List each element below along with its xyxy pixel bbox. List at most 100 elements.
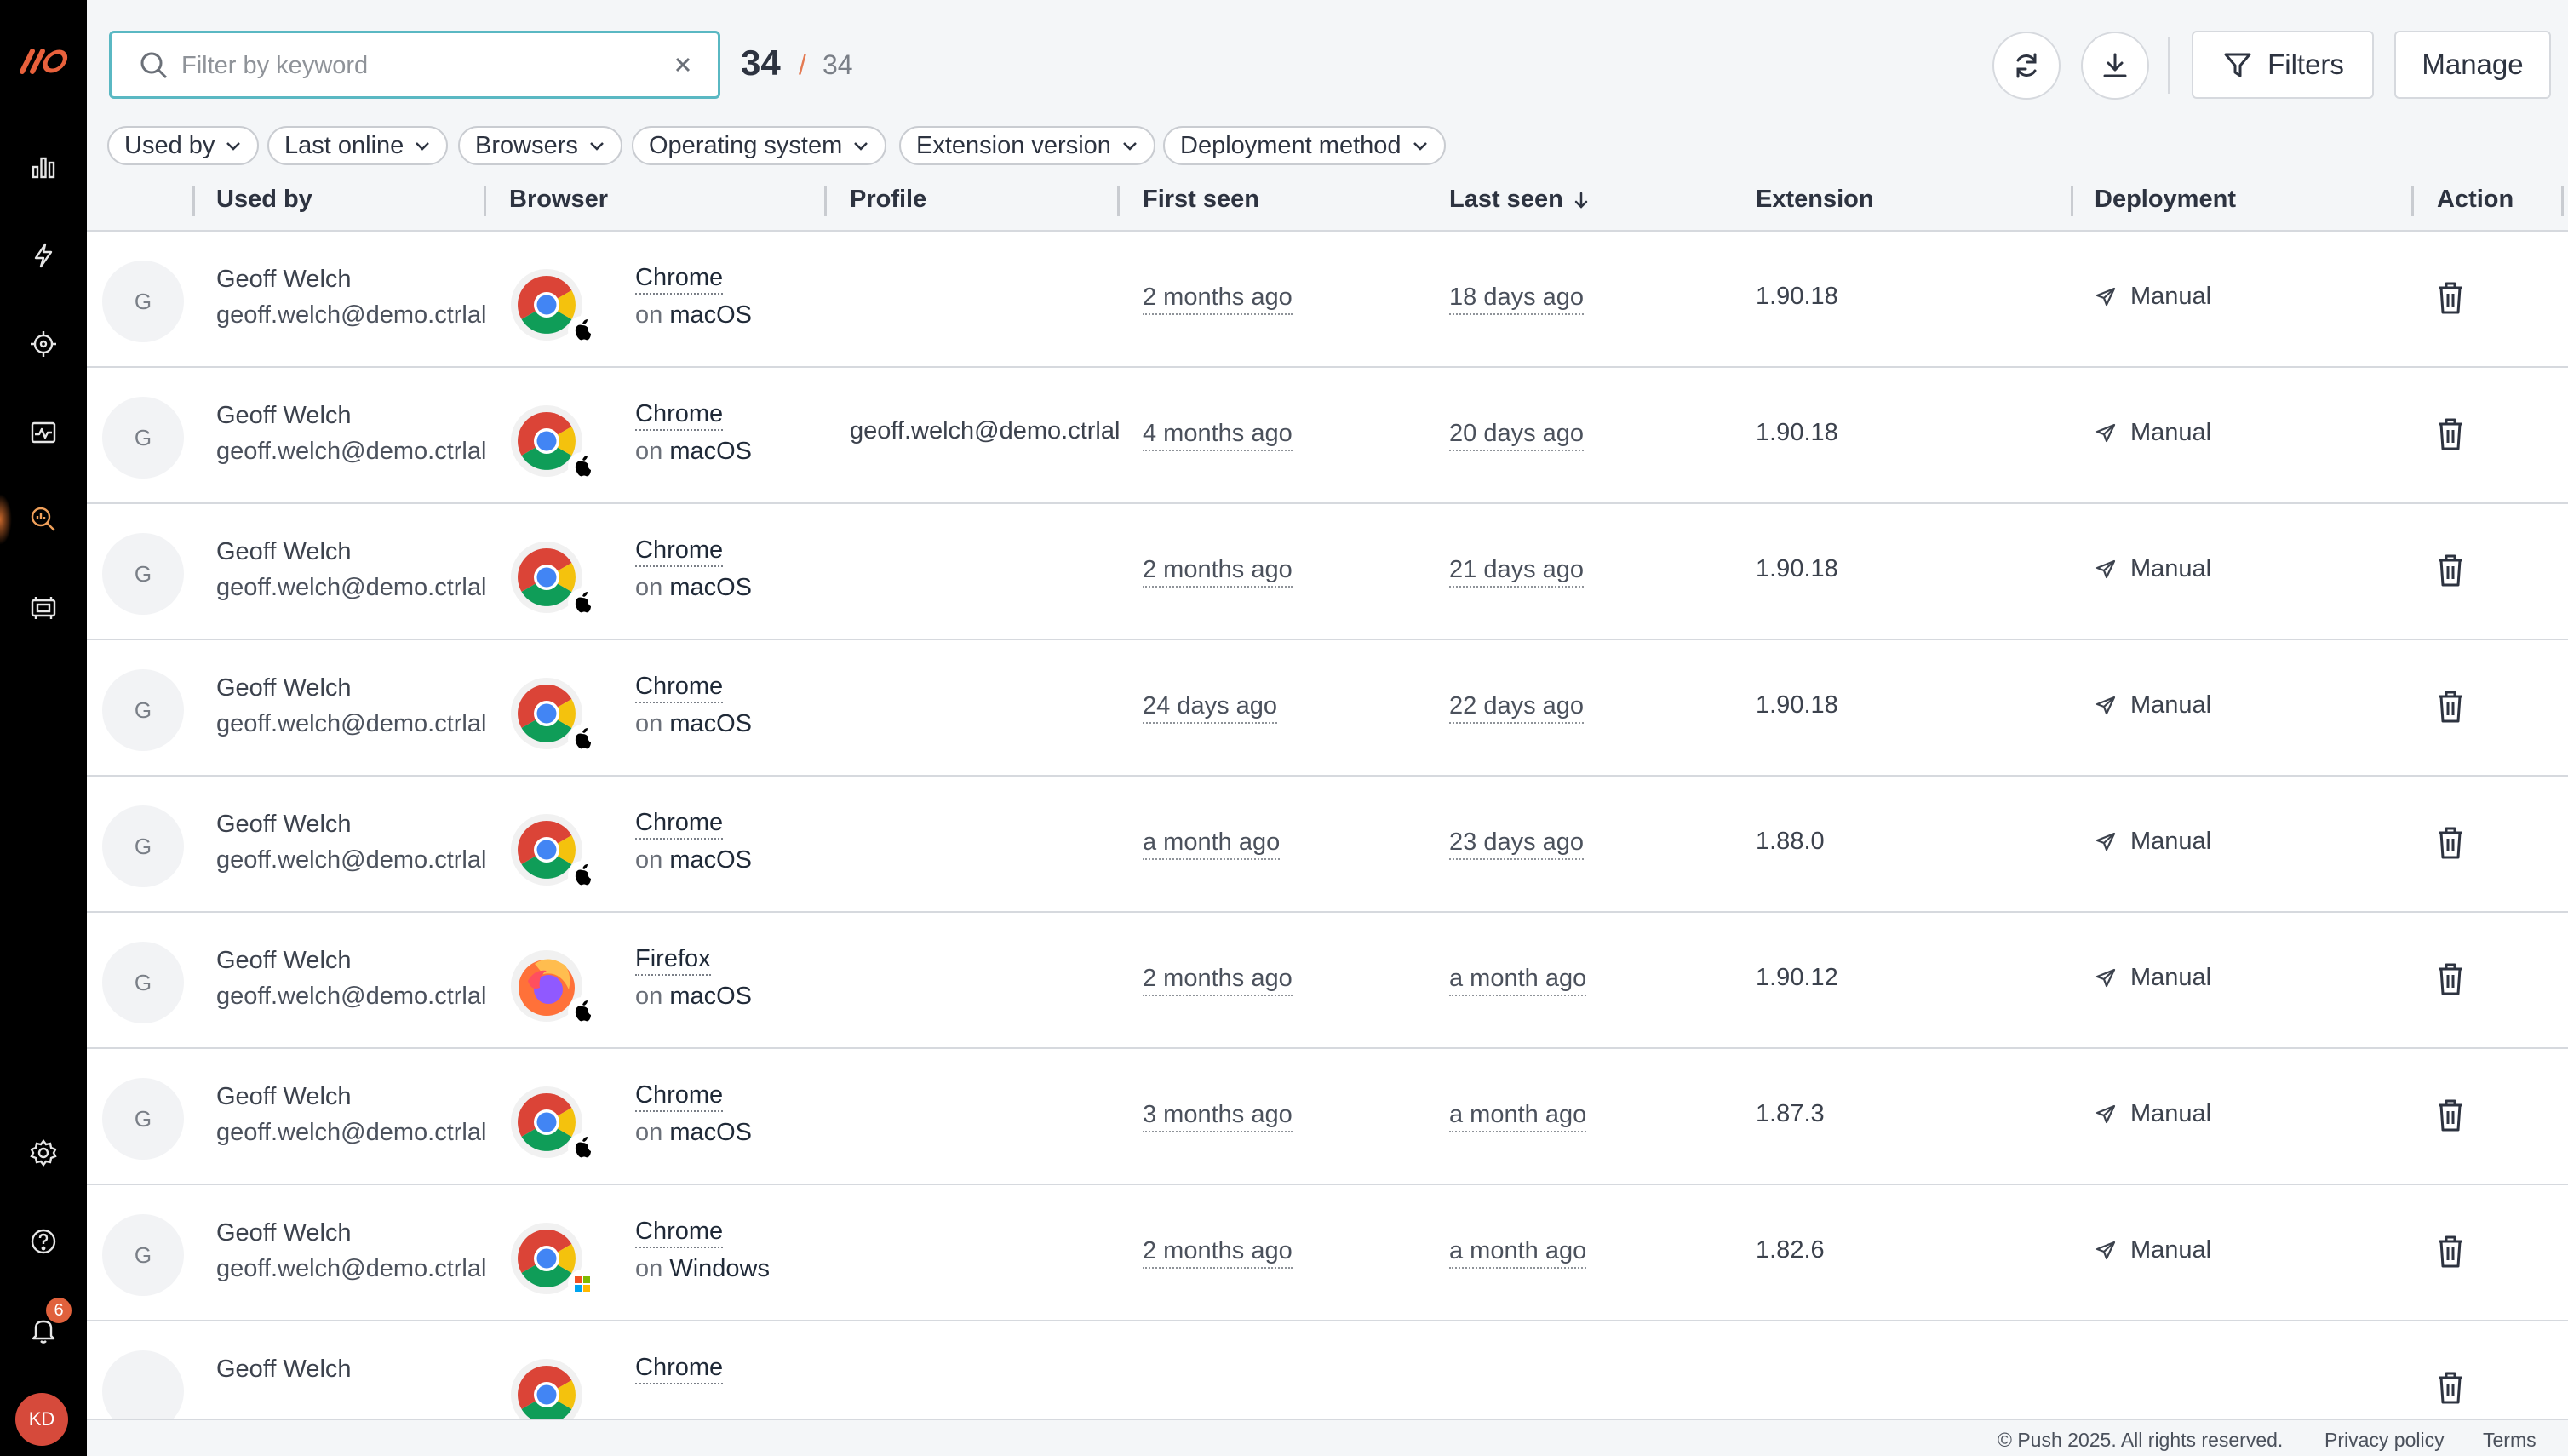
on-label: on: [635, 846, 663, 874]
delete-button[interactable]: [2433, 960, 2468, 998]
first-seen[interactable]: 2 months ago: [1143, 1235, 1293, 1269]
browser-name[interactable]: Firefox: [635, 943, 711, 976]
chip-deployment-method[interactable]: Deployment method: [1163, 126, 1446, 165]
last-seen[interactable]: 23 days ago: [1449, 826, 1585, 860]
chip-label: Operating system: [649, 131, 843, 159]
privacy-policy-link[interactable]: Privacy policy: [2324, 1429, 2445, 1452]
extension-version: 1.90.12: [1756, 964, 1838, 991]
delete-button[interactable]: [2433, 1097, 2468, 1134]
first-seen[interactable]: 2 months ago: [1143, 281, 1293, 315]
column-resizer[interactable]: [1117, 186, 1120, 216]
table-row[interactable]: G Geoff Welch geoff.welch@demo.ctrlal Chro…: [87, 504, 2568, 640]
download-button[interactable]: [2081, 32, 2149, 100]
delete-button[interactable]: [2433, 688, 2468, 725]
browser-os: on macOS: [635, 983, 752, 1011]
delete-button[interactable]: [2433, 824, 2468, 862]
last-seen[interactable]: 22 days ago: [1449, 690, 1585, 724]
download-icon: [2103, 53, 2127, 77]
col-last-seen-label: Last seen: [1449, 186, 1563, 213]
browser-name[interactable]: Chrome: [635, 1216, 724, 1248]
integration-icon[interactable]: [26, 591, 60, 625]
chip-extension-version[interactable]: Extension version: [899, 126, 1155, 165]
delete-trash-icon: [2439, 1235, 2462, 1268]
col-last-seen[interactable]: Last seen: [1449, 186, 1591, 214]
table-row[interactable]: Geoff Welch Chrome: [87, 1321, 2568, 1419]
user-email: geoff.welch@demo.ctrlal: [216, 438, 487, 465]
activity-bolt-icon[interactable]: [26, 238, 60, 272]
column-resizer[interactable]: [2071, 186, 2073, 216]
delete-button[interactable]: [2433, 1369, 2468, 1407]
last-seen[interactable]: 18 days ago: [1449, 281, 1585, 315]
refresh-button[interactable]: [1992, 32, 2061, 100]
help-icon[interactable]: [26, 1224, 60, 1258]
column-resizer[interactable]: [192, 186, 195, 216]
column-resizer[interactable]: [824, 186, 827, 216]
col-extension[interactable]: Extension: [1756, 186, 1874, 214]
first-seen[interactable]: 2 months ago: [1143, 553, 1293, 588]
chip-used-by[interactable]: Used by: [107, 126, 260, 165]
first-seen[interactable]: 3 months ago: [1143, 1098, 1293, 1132]
settings-gear-icon[interactable]: [26, 1136, 60, 1170]
on-label: on: [635, 1255, 663, 1282]
browser-search-icon[interactable]: [26, 502, 60, 536]
col-profile[interactable]: Profile: [850, 186, 926, 214]
user-avatar[interactable]: KD: [15, 1393, 68, 1446]
dashboard-chart-icon[interactable]: [26, 150, 60, 184]
table-row[interactable]: G Geoff Welch geoff.welch@demo.ctrlal Chro…: [87, 640, 2568, 777]
toolbar-area: 34 / 34 Filters Manage Used by: [87, 0, 2568, 232]
last-seen[interactable]: a month ago: [1449, 1235, 1587, 1269]
last-seen[interactable]: a month ago: [1449, 962, 1587, 996]
table-row[interactable]: G Geoff Welch geoff.welch@demo.ctrlal Chro…: [87, 232, 2568, 368]
chip-browsers[interactable]: Browsers: [458, 126, 622, 165]
browser-name[interactable]: Chrome: [635, 807, 724, 840]
first-seen[interactable]: 24 days ago: [1143, 690, 1278, 724]
monitor-pulse-icon[interactable]: [26, 416, 60, 450]
push-logo[interactable]: [19, 44, 68, 78]
terms-link[interactable]: Terms: [2483, 1429, 2536, 1452]
crosshair-icon[interactable]: [26, 327, 60, 361]
table-row[interactable]: G Geoff Welch geoff.welch@demo.ctrlal Chro…: [87, 1049, 2568, 1185]
chip-last-online[interactable]: Last online: [267, 126, 449, 165]
avatar: G: [102, 1078, 184, 1160]
table-row[interactable]: G Geoff Welch geoff.welch@demo.ctrlal Chro…: [87, 368, 2568, 504]
browser-name[interactable]: Chrome: [635, 1352, 724, 1384]
browser-name[interactable]: Chrome: [635, 1080, 724, 1112]
chrome-icon: [511, 269, 597, 345]
col-deployment[interactable]: Deployment: [2095, 186, 2236, 214]
copyright-text: © Push 2025. All rights reserved.: [1998, 1429, 2284, 1451]
delete-button[interactable]: [2433, 279, 2468, 317]
col-browser[interactable]: Browser: [509, 186, 608, 214]
first-seen[interactable]: 4 months ago: [1143, 417, 1293, 451]
chip-operating-system[interactable]: Operating system: [632, 126, 887, 165]
first-seen[interactable]: 2 months ago: [1143, 962, 1293, 996]
col-first-seen[interactable]: First seen: [1143, 186, 1259, 214]
table-row[interactable]: G Geoff Welch geoff.welch@demo.ctrlal Chro…: [87, 1185, 2568, 1321]
first-seen[interactable]: a month ago: [1143, 826, 1281, 860]
on-label: on: [635, 1119, 663, 1146]
deployment-method: Manual: [2095, 555, 2211, 583]
last-seen[interactable]: a month ago: [1449, 1098, 1587, 1132]
delete-button[interactable]: [2433, 552, 2468, 589]
browser-name[interactable]: Chrome: [635, 398, 724, 431]
delete-button[interactable]: [2433, 416, 2468, 453]
profile: geoff.welch@demo.ctrlal: [850, 417, 1121, 444]
browser-name[interactable]: Chrome: [635, 535, 724, 567]
col-used-by[interactable]: Used by: [216, 186, 312, 214]
column-resizer[interactable]: [2411, 186, 2414, 216]
last-seen[interactable]: 21 days ago: [1449, 553, 1585, 588]
table-row[interactable]: G Geoff Welch geoff.welch@demo.ctrlal Fire…: [87, 913, 2568, 1049]
search-input[interactable]: [181, 47, 658, 84]
last-seen[interactable]: 20 days ago: [1449, 417, 1585, 451]
deployment-method: Manual: [2095, 828, 2211, 856]
browser-name[interactable]: Chrome: [635, 262, 724, 295]
table-row[interactable]: G Geoff Welch geoff.welch@demo.ctrlal Chro…: [87, 777, 2568, 913]
user-email: geoff.welch@demo.ctrlal: [216, 983, 487, 1010]
manage-button[interactable]: Manage: [2394, 31, 2551, 99]
column-resizer[interactable]: [484, 186, 486, 216]
clear-search-icon[interactable]: [668, 50, 697, 79]
filters-button[interactable]: Filters: [2192, 31, 2374, 99]
extension-version: 1.90.18: [1756, 419, 1838, 446]
browser-name[interactable]: Chrome: [635, 671, 724, 703]
column-resizer[interactable]: [2561, 186, 2564, 216]
delete-button[interactable]: [2433, 1233, 2468, 1270]
